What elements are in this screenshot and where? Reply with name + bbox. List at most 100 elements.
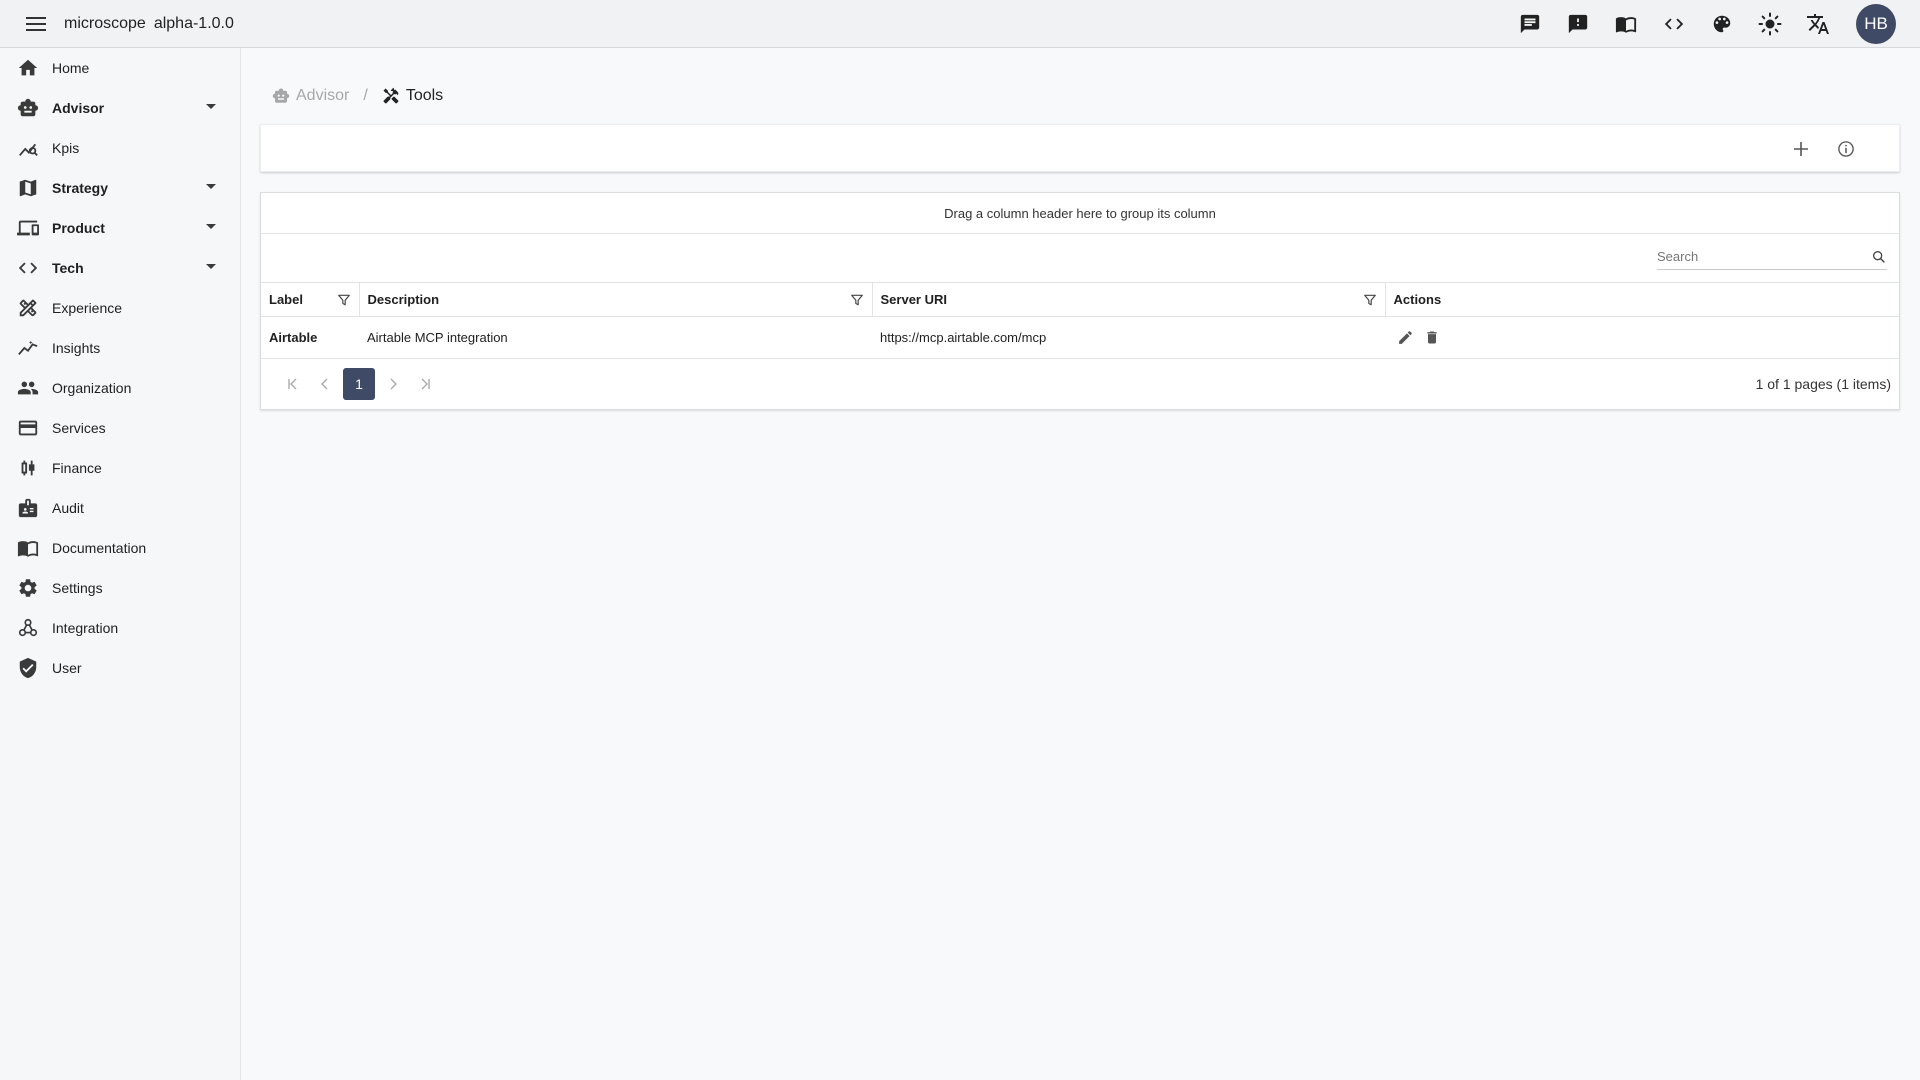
- sidebar-item-label: Documentation: [52, 540, 147, 556]
- last-page-icon[interactable]: [409, 368, 441, 400]
- sidebar-item-label: Settings: [52, 580, 103, 596]
- breadcrumb-separator: /: [363, 87, 368, 104]
- group-panel-text: Drag a column header here to group its c…: [944, 205, 1216, 221]
- sidebar-item-organization[interactable]: Organization: [0, 368, 240, 408]
- sidebar-item-label: Audit: [52, 500, 84, 516]
- group-panel[interactable]: Drag a column header here to group its c…: [261, 193, 1899, 234]
- sidebar-item-home[interactable]: Home: [0, 48, 240, 88]
- sidebar-item-tech[interactable]: Tech: [0, 248, 240, 288]
- sidebar-item-label: Organization: [52, 380, 132, 396]
- code-icon[interactable]: [1650, 0, 1698, 48]
- chat-icon[interactable]: [1506, 0, 1554, 48]
- table-row[interactable]: Airtable Airtable MCP integration https:…: [261, 316, 1899, 359]
- top-app-bar: microscope alpha-1.0.0 HB: [0, 0, 1920, 48]
- caret-down-icon[interactable]: [206, 104, 216, 110]
- sidebar-item-integration[interactable]: Integration: [0, 608, 240, 648]
- breadcrumb-advisor[interactable]: Advisor: [272, 87, 349, 105]
- card-icon: [16, 416, 40, 440]
- column-header-text: Label: [269, 291, 303, 307]
- sidebar-item-strategy[interactable]: Strategy: [0, 168, 240, 208]
- page-number-button[interactable]: 1: [343, 367, 375, 400]
- chart-line-icon: [16, 136, 40, 160]
- app-name: microscope: [64, 14, 146, 32]
- breadcrumb-tools: Tools: [382, 87, 443, 105]
- info-icon[interactable]: [1834, 137, 1858, 161]
- caret-down-icon[interactable]: [206, 224, 216, 230]
- filter-icon[interactable]: [1363, 293, 1377, 307]
- breadcrumb-parent-label: Advisor: [296, 87, 350, 104]
- sidebar-item-settings[interactable]: Settings: [0, 568, 240, 608]
- first-page-icon[interactable]: [277, 368, 309, 400]
- sidebar-item-documentation[interactable]: Documentation: [0, 528, 240, 568]
- add-icon[interactable]: [1789, 137, 1813, 161]
- app-version: alpha-1.0.0: [153, 14, 234, 32]
- sidebar-item-user[interactable]: User: [0, 648, 240, 688]
- feedback-icon[interactable]: [1554, 0, 1602, 48]
- sidebar-item-finance[interactable]: Finance: [0, 448, 240, 488]
- breadcrumb-current-label: Tools: [405, 87, 444, 104]
- sidebar-item-label: Home: [52, 60, 90, 76]
- column-header-text: Description: [367, 291, 440, 307]
- robot-icon: [272, 87, 290, 105]
- devices-icon: [16, 216, 40, 240]
- sidebar-item-label: Strategy: [52, 180, 109, 196]
- home-icon: [16, 56, 40, 80]
- search-input[interactable]: [1657, 249, 1871, 264]
- breadcrumb: Advisor / Tools: [272, 84, 443, 108]
- sidebar-item-label: Finance: [52, 460, 102, 476]
- candlestick-icon: [16, 456, 40, 480]
- translate-icon[interactable]: [1794, 0, 1842, 48]
- sidebar-item-product[interactable]: Product: [0, 208, 240, 248]
- search-icon[interactable]: [1871, 249, 1887, 265]
- delete-icon[interactable]: [1424, 329, 1440, 346]
- column-header-actions: Actions: [1385, 283, 1899, 317]
- sidebar-item-label: Insights: [52, 340, 101, 356]
- column-header-label[interactable]: Label: [261, 283, 360, 317]
- brightness-icon[interactable]: [1746, 0, 1794, 48]
- sidebar-item-label: Services: [52, 420, 106, 436]
- next-page-icon[interactable]: [377, 368, 409, 400]
- sidebar-item-advisor[interactable]: Advisor: [0, 88, 240, 128]
- design-icon: [16, 296, 40, 320]
- sidebar-item-kpis[interactable]: Kpis: [0, 128, 240, 168]
- book-icon: [16, 536, 40, 560]
- sidebar-item-services[interactable]: Services: [0, 408, 240, 448]
- sidebar-item-label: Product: [52, 220, 105, 236]
- menu-icon[interactable]: [22, 10, 50, 38]
- column-header-server-uri[interactable]: Server URI: [872, 283, 1386, 317]
- badge-icon: [16, 496, 40, 520]
- code-icon: [16, 256, 40, 280]
- avatar[interactable]: HB: [1856, 4, 1896, 44]
- palette-icon[interactable]: [1698, 0, 1746, 48]
- pager: 1 1 of 1 pages (1 items): [261, 359, 1899, 409]
- column-header-description[interactable]: Description: [359, 283, 873, 317]
- pager-info: 1 of 1 pages (1 items): [1755, 375, 1891, 392]
- cell-label: Airtable: [261, 316, 359, 359]
- cell-actions: [1385, 316, 1899, 359]
- caret-down-icon[interactable]: [206, 264, 216, 270]
- sidebar-item-experience[interactable]: Experience: [0, 288, 240, 328]
- grid-search-row: [261, 234, 1899, 283]
- sidebar-item-label: Tech: [52, 260, 84, 276]
- people-icon: [16, 376, 40, 400]
- edit-icon[interactable]: [1397, 329, 1414, 346]
- sidebar-item-audit[interactable]: Audit: [0, 488, 240, 528]
- toolbar: [260, 124, 1900, 172]
- robot-icon: [16, 96, 40, 120]
- webhook-icon: [16, 616, 40, 640]
- map-icon: [16, 176, 40, 200]
- cell-description: Airtable MCP integration: [359, 316, 872, 359]
- sidebar-item-insights[interactable]: Insights: [0, 328, 240, 368]
- prev-page-icon[interactable]: [309, 368, 341, 400]
- column-header-text: Server URI: [880, 291, 947, 307]
- sidebar-item-label: Advisor: [52, 100, 105, 116]
- tools-icon: [382, 87, 400, 105]
- insights-icon: [16, 336, 40, 360]
- header-row: Label Description Server URI Actions: [261, 283, 1899, 317]
- docs-book-icon[interactable]: [1602, 0, 1650, 48]
- sidebar: Home Advisor Kpis Strategy Product Tech: [0, 48, 241, 1080]
- filter-icon[interactable]: [337, 293, 351, 307]
- caret-down-icon[interactable]: [206, 184, 216, 190]
- sidebar-item-label: Kpis: [52, 140, 80, 156]
- filter-icon[interactable]: [850, 293, 864, 307]
